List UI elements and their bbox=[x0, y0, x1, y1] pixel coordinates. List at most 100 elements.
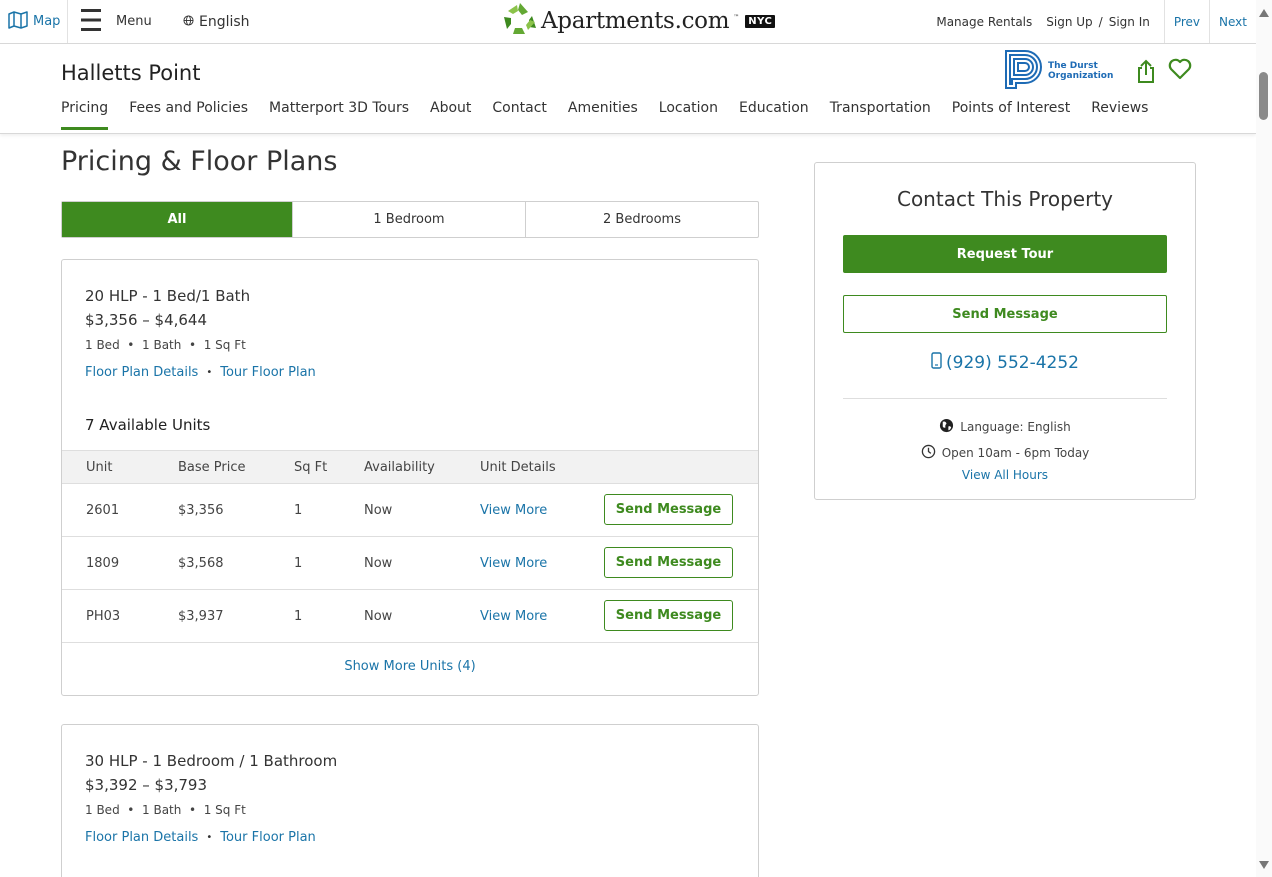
menu-button[interactable]: Menu bbox=[80, 0, 152, 43]
unit-sqft: 1 bbox=[294, 555, 303, 571]
scroll-down-arrow-icon[interactable] bbox=[1259, 861, 1269, 869]
favorite-heart-icon[interactable] bbox=[1168, 58, 1192, 88]
view-more-link[interactable]: View More bbox=[480, 609, 547, 624]
prev-button[interactable]: Prev bbox=[1163, 0, 1209, 43]
col-sq-ft: Sq Ft bbox=[294, 459, 328, 475]
send-message-button[interactable]: Send Message bbox=[604, 547, 733, 578]
unit-price: $3,568 bbox=[178, 555, 224, 571]
unit-number: 1809 bbox=[86, 555, 120, 571]
table-row: 2601 $3,356 1 Now View More Send Message bbox=[62, 484, 758, 537]
manager-logo[interactable]: The Durst Organization bbox=[1003, 48, 1113, 94]
units-table: Unit Base Price Sq Ft Availability Unit … bbox=[62, 450, 758, 643]
col-base-price: Base Price bbox=[178, 459, 246, 475]
property-header: Halletts Point The Durst Organization Pr… bbox=[0, 44, 1256, 134]
bedroom-filter-tabs: All 1 Bedroom 2 Bedrooms bbox=[61, 201, 759, 238]
tab-education[interactable]: Education bbox=[739, 100, 809, 130]
bed-tab-all[interactable]: All bbox=[62, 202, 293, 237]
available-units-heading: 7 Available Units bbox=[85, 416, 211, 434]
sign-up-link[interactable]: Sign Up bbox=[1046, 15, 1092, 29]
scrollbar-thumb[interactable] bbox=[1259, 72, 1268, 120]
sign-in-link[interactable]: Sign In bbox=[1109, 15, 1150, 29]
map-icon bbox=[8, 10, 28, 33]
hamburger-icon bbox=[80, 6, 102, 38]
contact-send-message-button[interactable]: Send Message bbox=[843, 295, 1167, 333]
language-text: Language: English bbox=[960, 420, 1071, 434]
tour-floor-plan-link[interactable]: Tour Floor Plan bbox=[220, 365, 316, 380]
unit-availability: Now bbox=[364, 608, 393, 624]
contact-divider bbox=[843, 398, 1167, 399]
view-more-link[interactable]: View More bbox=[480, 556, 547, 571]
recycle-logo-icon bbox=[503, 2, 537, 40]
bed-tab-1-bedroom[interactable]: 1 Bedroom bbox=[293, 202, 526, 237]
show-more-units-button[interactable]: Show More Units (4) bbox=[62, 659, 758, 674]
link-separator: • bbox=[206, 367, 213, 378]
site-logo[interactable]: Apartments.com ™ NYC bbox=[503, 2, 776, 40]
property-nav: Pricing Fees and Policies Matterport 3D … bbox=[61, 100, 1148, 130]
clock-icon bbox=[921, 444, 936, 462]
unit-price: $3,937 bbox=[178, 608, 224, 624]
tab-fees-and-policies[interactable]: Fees and Policies bbox=[129, 100, 248, 130]
share-icon[interactable] bbox=[1136, 58, 1156, 88]
col-availability: Availability bbox=[364, 459, 435, 475]
manager-logo-line2: Organization bbox=[1048, 71, 1114, 81]
floor-plan-details-link[interactable]: Floor Plan Details bbox=[85, 830, 198, 845]
table-header: Unit Base Price Sq Ft Availability Unit … bbox=[62, 450, 758, 484]
map-label: Map bbox=[33, 14, 61, 29]
request-tour-button[interactable]: Request Tour bbox=[843, 235, 1167, 273]
unit-number: PH03 bbox=[86, 608, 121, 624]
tab-amenities[interactable]: Amenities bbox=[568, 100, 638, 130]
floor-plan-details-link[interactable]: Floor Plan Details bbox=[85, 365, 198, 380]
view-more-link[interactable]: View More bbox=[480, 503, 547, 518]
tour-floor-plan-link[interactable]: Tour Floor Plan bbox=[220, 830, 316, 845]
unit-sqft: 1 bbox=[294, 608, 303, 624]
globe-icon bbox=[183, 14, 194, 30]
plan-price: $3,392 – $3,793 bbox=[85, 776, 208, 794]
scroll-up-arrow-icon[interactable] bbox=[1259, 9, 1269, 17]
map-button[interactable]: Map bbox=[0, 0, 68, 43]
account-links: Manage Rentals Sign Up / Sign In Prev Ne… bbox=[936, 0, 1256, 43]
plan-details: 1 Bed • 1 Bath • 1 Sq Ft bbox=[85, 803, 246, 817]
tab-about[interactable]: About bbox=[430, 100, 471, 130]
logo-region-badge: NYC bbox=[745, 14, 776, 28]
table-row: 1809 $3,568 1 Now View More Send Message bbox=[62, 537, 758, 590]
table-row: PH03 $3,937 1 Now View More Send Message bbox=[62, 590, 758, 643]
hours-info: Open 10am - 6pm Today bbox=[815, 444, 1195, 462]
contact-property-panel: Contact This Property Request Tour Send … bbox=[814, 162, 1196, 500]
plan-price: $3,356 – $4,644 bbox=[85, 311, 208, 329]
header-actions bbox=[1136, 58, 1192, 88]
send-message-button[interactable]: Send Message bbox=[604, 494, 733, 525]
next-button[interactable]: Next bbox=[1209, 0, 1256, 43]
unit-number: 2601 bbox=[86, 502, 120, 518]
tab-transportation[interactable]: Transportation bbox=[830, 100, 931, 130]
tab-points-of-interest[interactable]: Points of Interest bbox=[952, 100, 1070, 130]
tab-matterport-3d-tours[interactable]: Matterport 3D Tours bbox=[269, 100, 409, 130]
manage-rentals-link[interactable]: Manage Rentals bbox=[936, 15, 1032, 29]
tab-reviews[interactable]: Reviews bbox=[1091, 100, 1148, 130]
phone-number: (929) 552-4252 bbox=[946, 353, 1079, 373]
language-info: Language: English bbox=[815, 418, 1195, 436]
mobile-phone-icon bbox=[931, 352, 942, 374]
durst-logo-icon bbox=[1003, 48, 1045, 94]
send-message-button[interactable]: Send Message bbox=[604, 600, 733, 631]
unit-availability: Now bbox=[364, 502, 393, 518]
col-unit-details: Unit Details bbox=[480, 459, 556, 475]
hours-text: Open 10am - 6pm Today bbox=[941, 446, 1090, 460]
phone-link[interactable]: (929) 552-4252 bbox=[815, 352, 1195, 374]
top-bar: Map Menu English Apartments.com ™ NYC Ma bbox=[0, 0, 1256, 44]
tab-contact[interactable]: Contact bbox=[492, 100, 546, 130]
plan-name: 30 HLP - 1 Bedroom / 1 Bathroom bbox=[85, 752, 338, 770]
language-selector[interactable]: English bbox=[183, 0, 250, 43]
floor-plan-card: 30 HLP - 1 Bedroom / 1 Bathroom $3,392 –… bbox=[61, 724, 759, 877]
account-separator: / bbox=[1098, 14, 1103, 29]
menu-label: Menu bbox=[116, 14, 152, 29]
bed-tab-2-bedrooms[interactable]: 2 Bedrooms bbox=[526, 202, 758, 237]
tab-location[interactable]: Location bbox=[659, 100, 718, 130]
logo-trademark: ™ bbox=[733, 14, 740, 21]
page-scrollbar[interactable] bbox=[1256, 0, 1272, 877]
globe-filled-icon bbox=[939, 418, 954, 436]
pricing-section-title: Pricing & Floor Plans bbox=[61, 146, 338, 177]
plan-details: 1 Bed • 1 Bath • 1 Sq Ft bbox=[85, 338, 246, 352]
language-label: English bbox=[199, 13, 250, 30]
view-all-hours-link[interactable]: View All Hours bbox=[815, 468, 1195, 482]
tab-pricing[interactable]: Pricing bbox=[61, 100, 109, 130]
